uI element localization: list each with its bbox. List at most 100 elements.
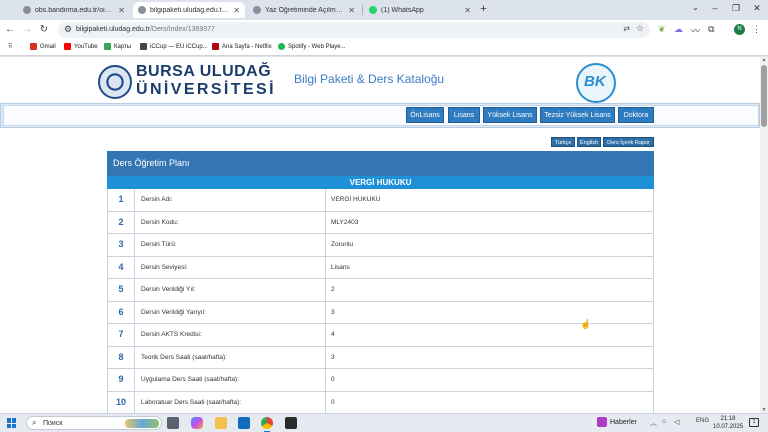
close-tab-icon[interactable]: ✕	[348, 6, 355, 15]
tab-favicon-icon	[253, 6, 261, 14]
row-number: 1	[108, 189, 135, 211]
tab-search-icon[interactable]: ⌄	[692, 3, 699, 12]
bookmark-iccup[interactable]: iCCup — EU iCCup...	[140, 43, 208, 50]
back-icon[interactable]: ←	[4, 24, 16, 35]
bookmarks-bar: ⠿ Gmail YouTube Карты iCCup — EU iCCup..…	[0, 40, 768, 56]
input-language[interactable]: ENG	[696, 418, 709, 424]
row-label: Dersin Verildiği Yıl:	[141, 279, 326, 301]
new-tab-button[interactable]: +	[477, 3, 490, 16]
tab-title: Yaz Öğretiminde Açılması Planla...	[265, 6, 345, 14]
row-number: 2	[108, 211, 135, 233]
bookmark-star-icon[interactable]: ☆	[636, 23, 644, 34]
browser-tab[interactable]: obs.bandirma.edu.tr/oibs/bolo... ✕	[18, 2, 130, 18]
task-view-icon[interactable]	[167, 417, 179, 429]
course-plan-panel: Ders Öğretim Planı VERGİ HUKUKU 1 Dersin…	[107, 151, 654, 413]
university-name-line2: ÜNİVERSİTESİ	[136, 81, 276, 98]
tab-favicon-icon	[23, 6, 31, 14]
apps-grid-icon[interactable]: ⠿	[8, 43, 12, 50]
row-number: 9	[108, 369, 135, 391]
profile-avatar[interactable]: N	[734, 24, 745, 35]
taskbar-search[interactable]: ⌕ Поиск	[26, 416, 162, 430]
extension-cloud-icon[interactable]: ☁	[674, 24, 683, 35]
tab-title: bilgipaketi.uludag.edu.tr/Ders/...	[150, 6, 229, 14]
scrollbar-thumb[interactable]	[761, 65, 767, 127]
english-button[interactable]: English	[577, 137, 601, 147]
nav-yuksek-lisans[interactable]: Yüksek Lisans	[483, 107, 537, 123]
row-value: 3	[331, 353, 335, 361]
turkish-button[interactable]: Türkçe	[551, 137, 575, 147]
university-seal-logo[interactable]	[98, 65, 132, 99]
row-number: 8	[108, 346, 135, 368]
tab-title: (1) WhatsApp	[381, 6, 424, 14]
search-highlight-image	[125, 419, 159, 428]
row-number: 7	[108, 324, 135, 346]
windows-start-icon[interactable]	[7, 418, 17, 428]
bookmark-youtube[interactable]: YouTube	[64, 43, 98, 50]
chrome-icon[interactable]	[261, 417, 273, 429]
row-value: 4	[331, 331, 335, 338]
row-label: Dersin Kodu:	[141, 211, 326, 233]
site-info-icon[interactable]: ⚙	[64, 24, 72, 35]
browser-tab[interactable]: Yaz Öğretiminde Açılması Planla... ✕	[248, 2, 360, 18]
row-value: MLY2403	[331, 218, 359, 226]
copilot-icon[interactable]	[191, 417, 203, 429]
translate-icon[interactable]: ⇄	[623, 24, 630, 33]
bilgi-paketi-logo[interactable]: BK	[576, 63, 616, 103]
menu-kebab-icon[interactable]: ⋮	[752, 24, 761, 35]
extensions-puzzle-icon[interactable]: ⧉	[708, 24, 714, 35]
row-label: Dersin Adı:	[141, 189, 326, 211]
course-name-banner: VERGİ HUKUKU	[107, 176, 654, 189]
gmail-icon	[30, 43, 37, 50]
minimize-icon[interactable]: –	[705, 3, 725, 13]
row-label: Dersin AKTS Kredisi:	[141, 324, 326, 346]
row-value: VERGİ HUKUKU	[331, 196, 381, 203]
news-widget[interactable]: Haberler	[597, 417, 637, 427]
browser-tab-active[interactable]: bilgipaketi.uludag.edu.tr/Ders/... ✕	[133, 2, 245, 18]
bookmark-netflix[interactable]: Ana Sayfa - Netflix	[212, 43, 272, 50]
close-window-icon[interactable]: ✕	[747, 3, 767, 14]
close-tab-icon[interactable]: ✕	[118, 6, 125, 15]
row-label: Dersin Seviyesi:	[141, 256, 326, 278]
bookmark-spotify[interactable]: Spotify - Web Playe...	[278, 43, 346, 50]
extension-graph-icon[interactable]: 〰	[691, 24, 700, 37]
restore-icon[interactable]: ❐	[726, 3, 746, 14]
row-number: 4	[108, 256, 135, 278]
nav-lisans[interactable]: Lisans	[448, 107, 480, 123]
network-icon[interactable]: ⌂	[662, 418, 666, 425]
file-explorer-icon[interactable]	[215, 417, 227, 429]
close-tab-icon[interactable]: ✕	[233, 6, 240, 15]
nav-tezsiz-yuksek-lisans[interactable]: Tezsiz Yüksek Lisans	[540, 107, 615, 123]
scroll-up-icon[interactable]: ▲	[760, 57, 768, 63]
mouse-cursor-icon: ☝	[580, 319, 592, 329]
site-title: Bilgi Paketi & Ders Kataloğu	[294, 72, 445, 86]
browser-tab[interactable]: (1) WhatsApp ✕	[364, 2, 476, 18]
clock-time: 21:18	[720, 416, 736, 422]
table-row: 9 Uygulama Ders Saati (saat/hafta): 0	[107, 369, 654, 392]
row-number: 5	[108, 279, 135, 301]
nav-doktora[interactable]: Doktora	[618, 107, 654, 123]
terminal-app-icon[interactable]	[285, 417, 297, 429]
bookmark-gmail[interactable]: Gmail	[30, 43, 56, 50]
nav-onlisans[interactable]: ÖnLisans	[406, 107, 444, 123]
whatsapp-icon	[369, 6, 377, 14]
volume-icon[interactable]: ◁	[674, 418, 679, 426]
system-clock[interactable]: 21:18 10.07.2025	[713, 415, 743, 431]
forward-icon[interactable]: →	[21, 24, 33, 35]
extension-leaf-icon[interactable]: ❦	[658, 24, 666, 35]
notification-badge[interactable]: 1	[749, 418, 759, 427]
tray-overflow-icon[interactable]: ︿	[650, 418, 657, 428]
netflix-icon	[212, 43, 219, 50]
university-name-line1: BURSA ULUDAĞ	[136, 63, 272, 80]
row-number: 6	[108, 301, 135, 323]
row-label: Laboratuar Ders Saati (saat/hafta):	[141, 391, 326, 413]
page-scrollbar[interactable]: ▲ ▼	[760, 57, 768, 413]
outlook-icon[interactable]	[238, 417, 250, 429]
course-content-report-button[interactable]: Ders İçerik Rapor	[603, 137, 654, 147]
reload-icon[interactable]: ↻	[38, 24, 50, 35]
panel-heading: Ders Öğretim Planı	[107, 151, 654, 176]
address-bar[interactable]: ⚙ bilgipaketi.uludag.edu.tr/Ders/Index/1…	[58, 22, 650, 38]
spotify-icon	[278, 43, 285, 50]
close-tab-icon[interactable]: ✕	[464, 6, 471, 15]
tab-title: obs.bandirma.edu.tr/oibs/bolo...	[35, 6, 114, 14]
bookmark-maps[interactable]: Карты	[104, 43, 131, 50]
